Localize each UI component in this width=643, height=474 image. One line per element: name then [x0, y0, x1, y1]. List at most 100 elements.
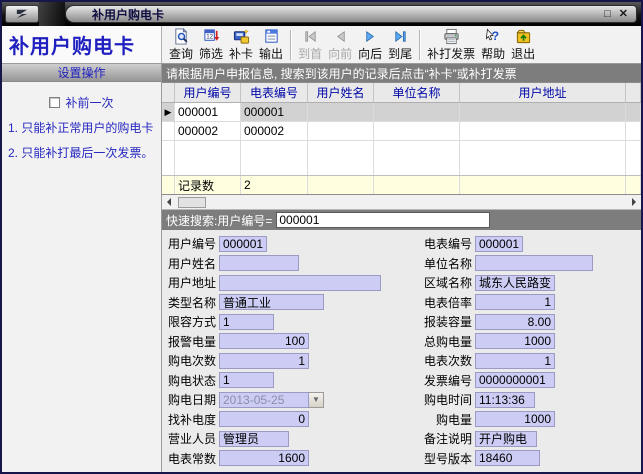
form-field-label: 限容方式: [168, 313, 216, 330]
grid-fill-cell: [308, 141, 374, 175]
form-field-label: 电表次数: [424, 352, 472, 369]
printer-icon: [443, 28, 460, 45]
grid-header-cell[interactable]: 用户姓名: [308, 83, 374, 102]
search-doc-icon: [173, 28, 190, 45]
form-input-r5-right[interactable]: 1000: [475, 333, 555, 349]
toolbar-button-next[interactable]: 向后: [355, 27, 385, 63]
form-field-label: 单位名称: [424, 255, 472, 272]
titlebar: 补用户购电卡 □ ✕: [2, 2, 641, 26]
detail-form: 用户编号000001电表编号000001用户姓名单位名称用户地址区域名称城东人民…: [162, 230, 641, 472]
toolbar-button-filter[interactable]: 12筛选: [196, 27, 226, 63]
grid-footer-selector: [162, 176, 175, 194]
form-input-r9-left[interactable]: 0: [219, 411, 309, 427]
form-input-r4-left[interactable]: 1: [219, 314, 274, 330]
nav-first-icon: [302, 28, 319, 45]
form-input-r4-right[interactable]: 8.00: [475, 314, 555, 330]
nav-last-icon: [392, 28, 409, 45]
toolbar-button-last[interactable]: 到尾: [385, 27, 415, 63]
form-row: 用户编号000001电表编号000001: [168, 234, 641, 254]
form-field: 购电次数1: [168, 352, 424, 369]
toolbar-button-prev: 向前: [325, 27, 355, 63]
grid-cell[interactable]: 000001: [241, 103, 308, 121]
form-field: 电表常数1600: [168, 450, 424, 467]
grid-header-cell[interactable]: 单位名称: [374, 83, 460, 102]
form-input-r11-left[interactable]: 1600: [219, 450, 309, 466]
form-field: 报警电量100: [168, 333, 424, 350]
grid-cell-clipped: [626, 122, 641, 140]
form-input-r3-left[interactable]: 普通工业: [219, 294, 324, 310]
form-input-r1-left[interactable]: [219, 255, 299, 271]
grid-header-cell[interactable]: 电表编号: [241, 83, 308, 102]
close-button[interactable]: ✕: [619, 9, 628, 20]
grid-cell[interactable]: [308, 122, 374, 140]
quick-search-input[interactable]: [276, 212, 490, 228]
checkbox-label: 补前一次: [65, 94, 113, 111]
grid-cell[interactable]: 000001: [175, 103, 241, 121]
grid-cell[interactable]: [460, 122, 626, 140]
form-input-r7-right[interactable]: 0000000001: [475, 372, 555, 388]
form-input-r5-left[interactable]: 100: [219, 333, 309, 349]
form-input-r2-right[interactable]: 城东人民路变: [475, 275, 555, 291]
sidebar-note-1: 1. 只能补正常用户的购电卡: [2, 111, 161, 136]
form-field: 电表倍率1: [424, 294, 555, 311]
form-row: 电表常数1600型号版本18460: [168, 449, 641, 469]
form-field: 单位名称: [424, 255, 593, 272]
toolbar-button-help[interactable]: ?帮助: [478, 27, 508, 63]
form-field: 营业人员管理员: [168, 430, 424, 447]
form-input-r7-left[interactable]: 1: [219, 372, 274, 388]
form-field: 区域名称城东人民路变: [424, 274, 555, 291]
record-count-value: 2: [241, 176, 308, 194]
toolbar-button-exit[interactable]: 退出: [508, 27, 538, 63]
toolbar-button-label: 补卡: [229, 45, 253, 62]
toolbar-separator: [419, 30, 420, 60]
scroll-left-icon[interactable]: [162, 196, 176, 209]
grid-selector-header: [162, 83, 175, 102]
form-input-r9-right[interactable]: 1000: [475, 411, 555, 427]
form-field-label: 区域名称: [424, 274, 472, 291]
form-input-r3-right[interactable]: 1: [475, 294, 555, 310]
grid-cell[interactable]: 000002: [241, 122, 308, 140]
form-input-r6-right[interactable]: 1: [475, 353, 555, 369]
form-field-label: 发票编号: [424, 372, 472, 389]
form-input-r0-right[interactable]: 000001: [475, 236, 523, 252]
toolbar-button-label: 到首: [298, 45, 322, 62]
form-input-r8-right[interactable]: 11:13:36: [475, 392, 535, 408]
form-input-r10-left[interactable]: 管理员: [219, 431, 289, 447]
form-field-label: 类型名称: [168, 294, 216, 311]
form-input-r10-right[interactable]: 开户购电: [475, 431, 537, 447]
scrollbar-thumb[interactable]: [178, 197, 206, 208]
data-grid: 用户编号电表编号用户姓名单位名称用户地址▶0000010000010000020…: [162, 82, 641, 195]
grid-cell[interactable]: 000002: [175, 122, 241, 140]
scroll-right-icon[interactable]: [627, 196, 641, 209]
toolbar-button-reprint-invoice[interactable]: 补打发票: [424, 27, 478, 63]
form-field-label: 营业人员: [168, 430, 216, 447]
form-field: 购电时间11:13:36: [424, 391, 535, 408]
toolbar-button-export[interactable]: 输出: [256, 27, 286, 63]
row-selector[interactable]: [162, 122, 175, 140]
grid-header-cell[interactable]: 用户地址: [460, 83, 626, 102]
row-selector[interactable]: ▶: [162, 103, 175, 121]
form-input-r1-right[interactable]: [475, 255, 593, 271]
toolbar-button-replenish-card[interactable]: 补卡: [226, 27, 256, 63]
table-row[interactable]: 000002000002: [162, 122, 641, 141]
grid-cell[interactable]: [374, 122, 460, 140]
form-field: 找补电度0: [168, 411, 424, 428]
horizontal-scrollbar[interactable]: [162, 195, 641, 210]
grid-cell[interactable]: [374, 103, 460, 121]
form-input-r2-left[interactable]: [219, 275, 381, 291]
form-field-label: 电表常数: [168, 450, 216, 467]
grid-cell[interactable]: [308, 103, 374, 121]
form-field-label: 用户编号: [168, 235, 216, 252]
form-row: 找补电度0购电量1000: [168, 410, 641, 430]
toolbar-button-query[interactable]: 查询: [166, 27, 196, 63]
form-input-r11-right[interactable]: 18460: [475, 450, 540, 466]
table-row[interactable]: ▶000001000001: [162, 103, 641, 122]
maximize-button[interactable]: □: [604, 9, 611, 20]
grid-header-cell[interactable]: 用户编号: [175, 83, 241, 102]
form-input-r0-left[interactable]: 000001: [219, 236, 267, 252]
checkbox-replenish-previous[interactable]: 补前一次: [2, 94, 161, 111]
form-input-r6-left[interactable]: 1: [219, 353, 309, 369]
grid-cell[interactable]: [460, 103, 626, 121]
form-field: 购电状态1: [168, 372, 424, 389]
grid-empty-area: [162, 141, 641, 175]
